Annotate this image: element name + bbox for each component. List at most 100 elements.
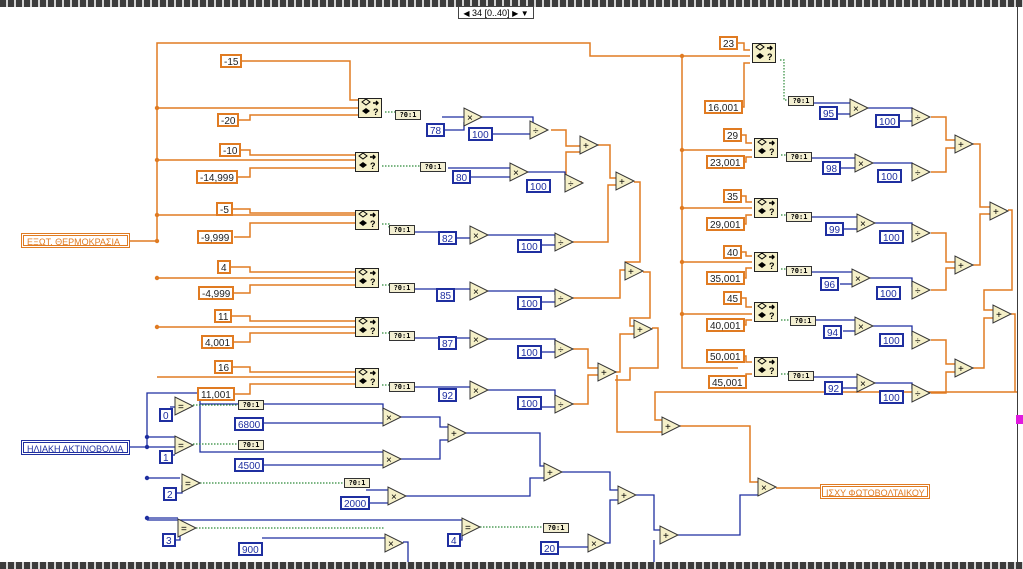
bool-to-int-node[interactable]: ?0:1 — [788, 371, 814, 381]
add-node[interactable]: + — [543, 462, 564, 482]
temperature-control[interactable]: ΕΞΩΤ. ΘΕΡΜΟΚΡΑΣΙΑ — [21, 233, 130, 248]
constant[interactable]: 50,001 — [706, 349, 745, 363]
tunnel-port[interactable] — [1016, 415, 1023, 424]
add-node[interactable]: + — [659, 525, 680, 545]
constant[interactable]: -10 — [219, 143, 242, 157]
multiply-node[interactable]: × — [757, 477, 778, 497]
constant[interactable]: 100 — [876, 286, 901, 300]
divide-node[interactable]: ÷ — [911, 223, 932, 243]
select-node[interactable]: ? — [355, 268, 379, 288]
bool-to-int-node[interactable]: ?0:1 — [420, 162, 446, 172]
constant[interactable]: -5 — [216, 202, 233, 216]
equal-node[interactable]: = — [174, 435, 195, 455]
add-node[interactable]: + — [615, 171, 636, 191]
bool-to-int-node[interactable]: ?0:1 — [395, 110, 421, 120]
divide-node[interactable]: ÷ — [911, 330, 932, 350]
select-node[interactable]: ? — [355, 368, 379, 388]
constant[interactable]: 20 — [540, 541, 560, 555]
add-node[interactable]: + — [989, 201, 1010, 221]
equal-node[interactable]: = — [461, 517, 482, 537]
divide-node[interactable]: ÷ — [554, 288, 575, 308]
constant[interactable]: 80 — [452, 170, 472, 184]
constant[interactable]: 2 — [163, 487, 177, 501]
constant[interactable]: 100 — [879, 230, 904, 244]
constant[interactable]: 45 — [723, 291, 743, 305]
bool-to-int-node[interactable]: ?0:1 — [344, 478, 370, 488]
constant[interactable]: 40 — [723, 245, 743, 259]
bool-to-int-node[interactable]: ?0:1 — [389, 283, 415, 293]
constant[interactable]: 11 — [214, 309, 233, 323]
add-node[interactable]: + — [447, 423, 468, 443]
radiation-control[interactable]: ΗΛΙΑΚΗ ΑΚΤΙΝΟΒΟΛΙΑ — [21, 440, 130, 455]
constant[interactable]: 96 — [820, 277, 840, 291]
multiply-node[interactable]: × — [384, 533, 405, 553]
select-node[interactable]: ? — [754, 138, 778, 158]
constant[interactable]: 100 — [517, 345, 542, 359]
add-node[interactable]: + — [617, 485, 638, 505]
multiply-node[interactable]: × — [587, 533, 608, 553]
multiply-node[interactable]: × — [382, 407, 403, 427]
add-node[interactable]: + — [661, 416, 682, 436]
constant[interactable]: 85 — [436, 288, 456, 302]
constant[interactable]: 100 — [468, 127, 493, 141]
left-arrow-icon[interactable]: ◀ — [463, 9, 469, 18]
bool-to-int-node[interactable]: ?0:1 — [389, 225, 415, 235]
divide-node[interactable]: ÷ — [911, 107, 932, 127]
bool-to-int-node[interactable]: ?0:1 — [790, 316, 816, 326]
divide-node[interactable]: ÷ — [529, 120, 550, 140]
constant[interactable]: 95 — [819, 106, 839, 120]
multiply-node[interactable]: × — [382, 449, 403, 469]
add-node[interactable]: + — [954, 358, 975, 378]
select-node[interactable]: ? — [358, 98, 382, 118]
divide-node[interactable]: ÷ — [911, 383, 932, 403]
equal-node[interactable]: = — [177, 518, 198, 538]
divide-node[interactable]: ÷ — [554, 394, 575, 414]
constant[interactable]: 0 — [159, 408, 173, 422]
constant[interactable]: 100 — [517, 396, 542, 410]
constant[interactable]: 16 — [214, 360, 234, 374]
multiply-node[interactable]: × — [856, 373, 877, 393]
constant[interactable]: -14,999 — [196, 170, 238, 184]
constant[interactable]: 100 — [879, 333, 904, 347]
multiply-node[interactable]: × — [469, 380, 490, 400]
constant[interactable]: -4,999 — [198, 286, 235, 300]
add-node[interactable]: + — [579, 135, 600, 155]
constant[interactable]: 23 — [719, 36, 739, 50]
select-node[interactable]: ? — [754, 302, 778, 322]
constant[interactable]: 16,001 — [704, 100, 743, 114]
pv-power-indicator[interactable]: ΙΣΧΥ ΦΩΤΟΒΟΛΤΑΙΚΟΥ — [820, 484, 930, 499]
bool-to-int-node[interactable]: ?0:1 — [238, 440, 264, 450]
bool-to-int-node[interactable]: ?0:1 — [389, 331, 415, 341]
divide-node[interactable]: ÷ — [554, 339, 575, 359]
constant[interactable]: 23,001 — [706, 155, 745, 169]
add-node[interactable]: + — [597, 362, 618, 382]
constant[interactable]: 100 — [517, 296, 542, 310]
multiply-node[interactable]: × — [856, 213, 877, 233]
constant[interactable]: 100 — [877, 169, 902, 183]
constant[interactable]: 87 — [438, 336, 458, 350]
constant[interactable]: 4 — [447, 533, 461, 547]
constant[interactable]: 92 — [438, 388, 458, 402]
divide-node[interactable]: ÷ — [554, 232, 575, 252]
add-node[interactable]: + — [992, 304, 1013, 324]
multiply-node[interactable]: × — [469, 281, 490, 301]
bool-to-int-node[interactable]: ?0:1 — [543, 523, 569, 533]
constant[interactable]: 35,001 — [706, 271, 745, 285]
constant[interactable]: 99 — [825, 222, 845, 236]
divide-node[interactable]: ÷ — [911, 280, 932, 300]
multiply-node[interactable]: × — [849, 98, 870, 118]
select-node[interactable]: ? — [754, 357, 778, 377]
multiply-node[interactable]: × — [469, 329, 490, 349]
constant[interactable]: 6800 — [234, 417, 265, 431]
constant[interactable]: 11,001 — [197, 387, 235, 401]
constant[interactable]: 4,001 — [201, 335, 235, 349]
multiply-node[interactable]: × — [854, 153, 875, 173]
multiply-node[interactable]: × — [854, 316, 875, 336]
case-selector[interactable]: ◀ 34 [0..40] ▶ ▼ — [458, 6, 534, 19]
constant[interactable]: 92 — [824, 381, 844, 395]
constant[interactable]: 1 — [159, 450, 173, 464]
constant[interactable]: 4 — [217, 260, 231, 274]
equal-node[interactable]: = — [174, 396, 195, 416]
bool-to-int-node[interactable]: ?0:1 — [389, 382, 415, 392]
select-node[interactable]: ? — [355, 210, 379, 230]
